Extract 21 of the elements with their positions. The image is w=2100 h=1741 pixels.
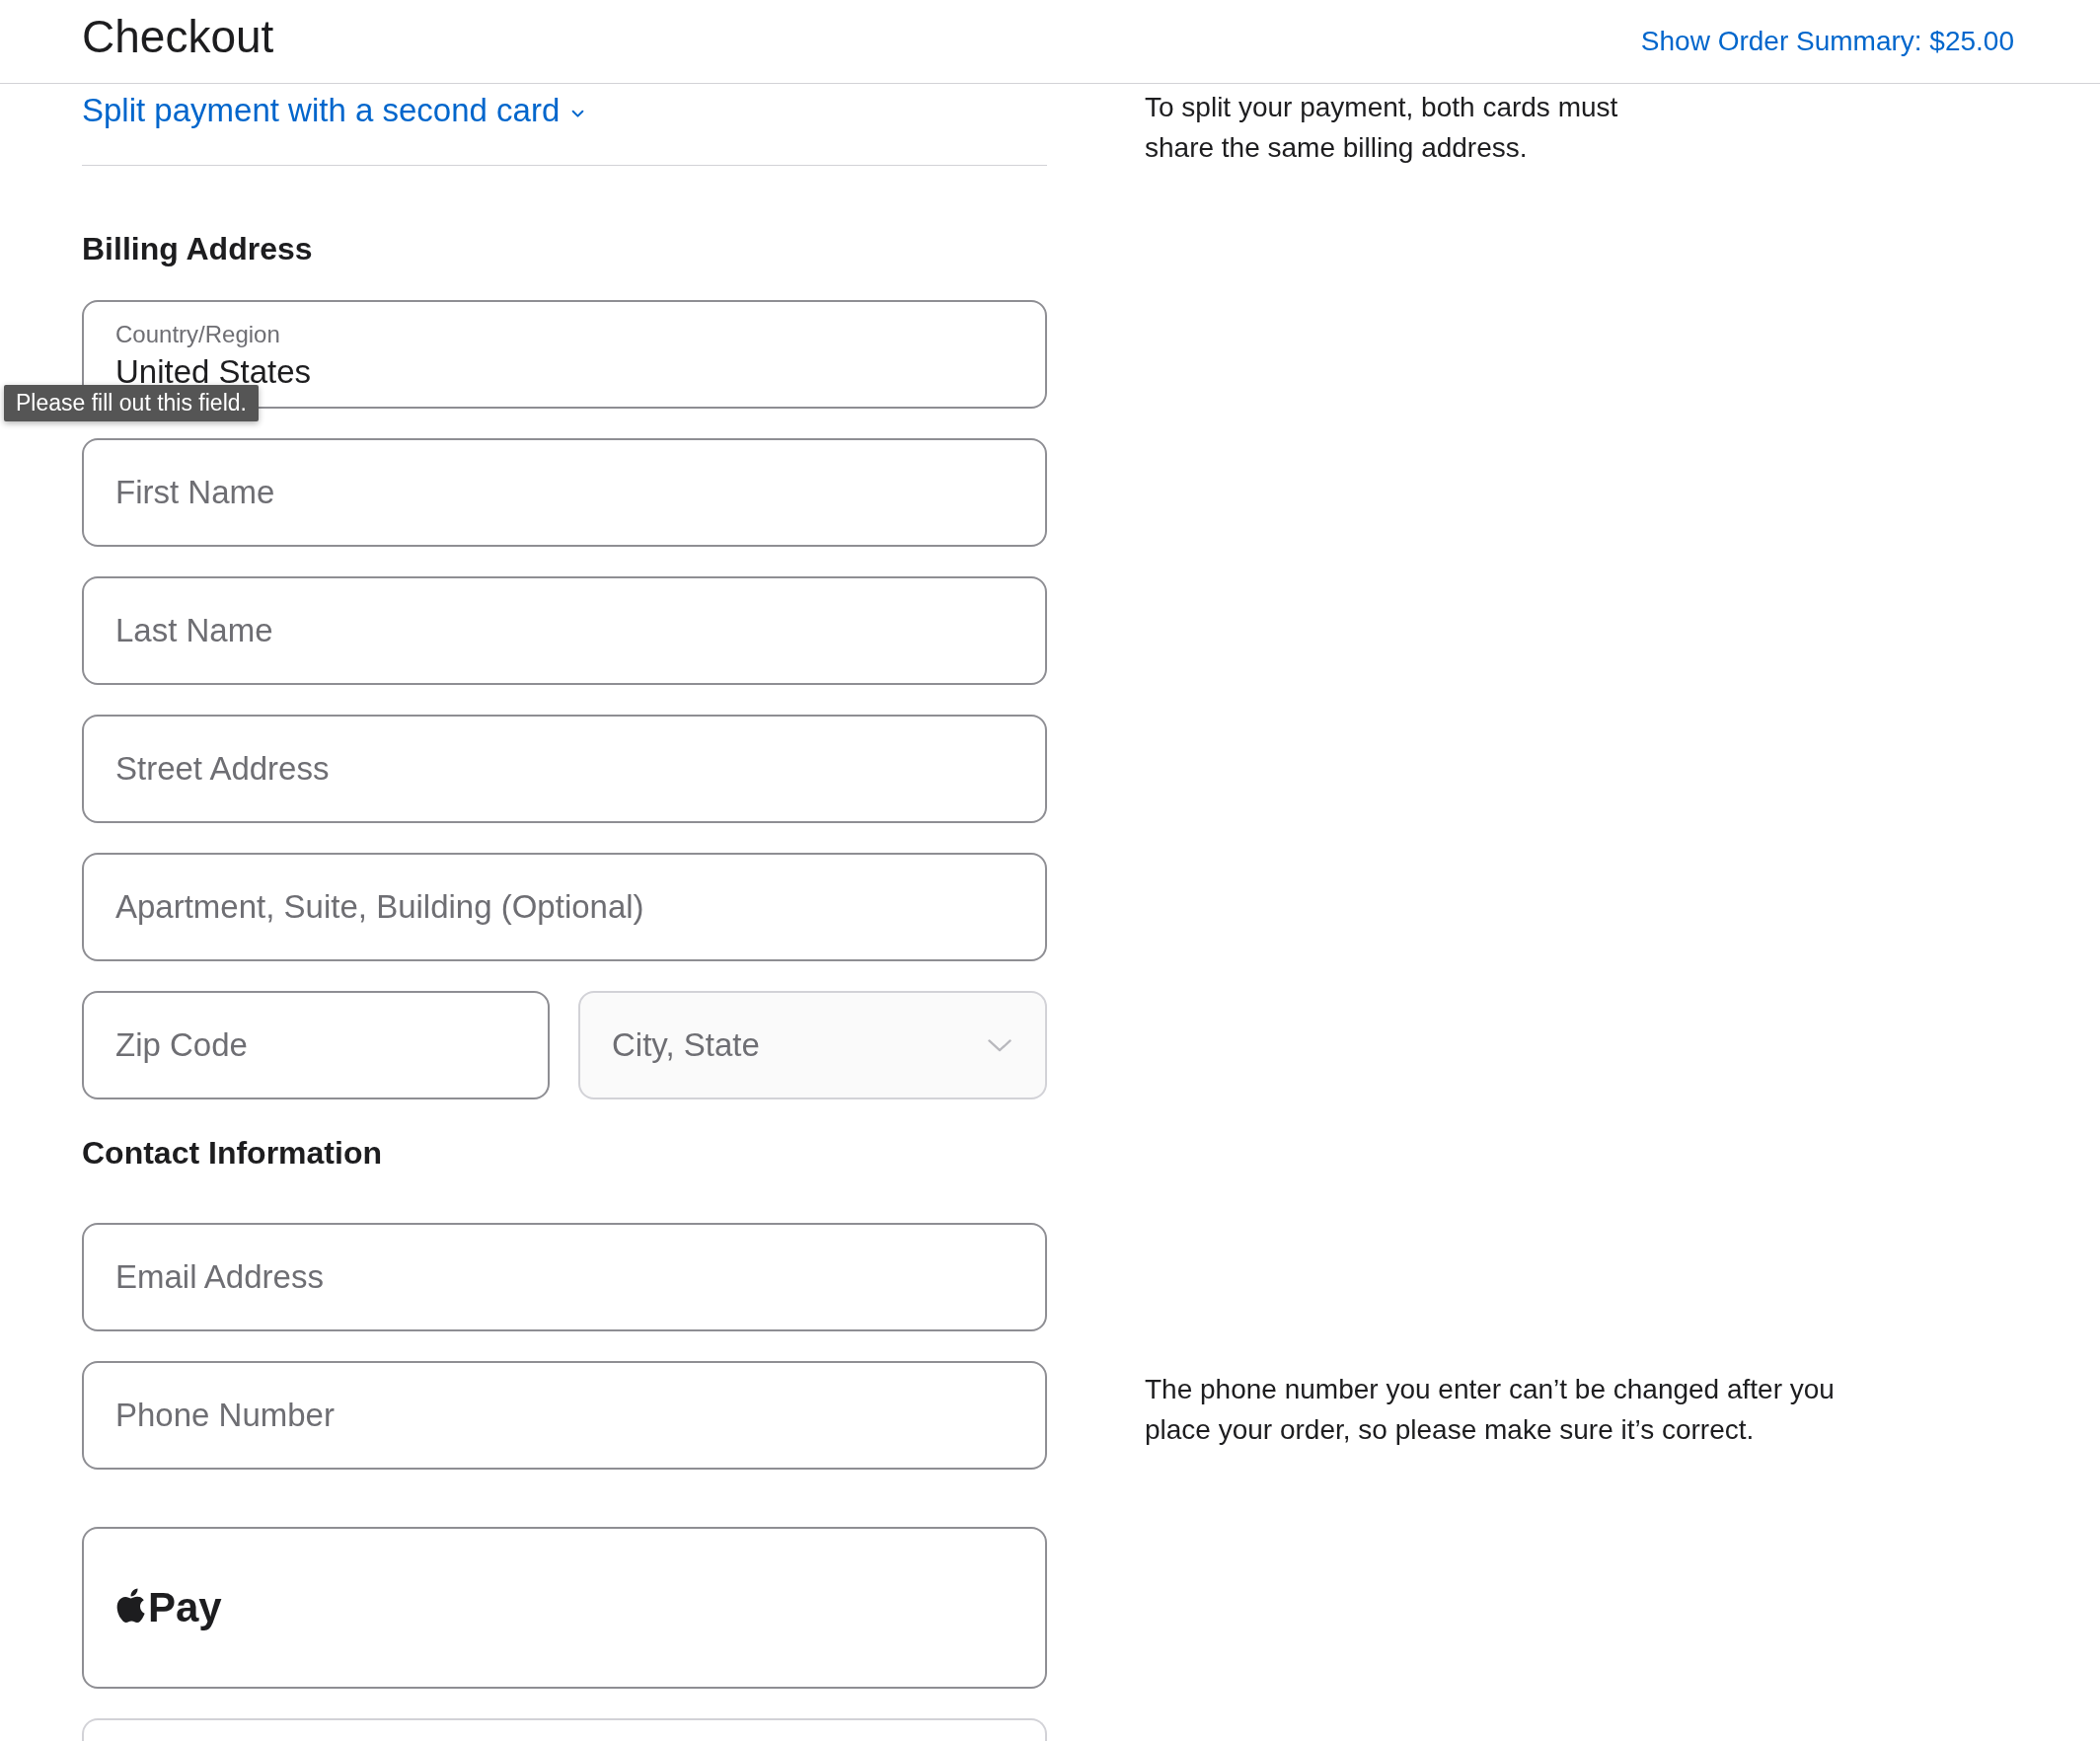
input-field[interactable]: Last Name (82, 576, 1047, 685)
input-field[interactable]: Street Address (82, 715, 1047, 823)
chevron-down-icon (571, 109, 585, 118)
page-title: Checkout (82, 10, 274, 64)
section-heading: Contact Information (82, 1134, 382, 1173)
phone-number-note: The phone number you enter can’t be changed after you place your order, so please make sure it’s correct. (1145, 1373, 1836, 1447)
apple-icon (115, 1588, 145, 1624)
input-field[interactable]: Apartment, Suite, Building (Optional) (82, 853, 1047, 961)
validation-tooltip: Please fill out this field. (4, 385, 259, 421)
apple-pay-option[interactable]: Pay (82, 1527, 1047, 1689)
input-field[interactable]: Zip Code (82, 991, 550, 1099)
chevron-down-icon (988, 1038, 1012, 1052)
input-field[interactable]: Phone Number (82, 1361, 1047, 1470)
input-field[interactable]: First Name (82, 438, 1047, 547)
split-payment-link[interactable]: Split payment with a second card (82, 91, 585, 130)
split-payment-note: To split your payment, both cards must share the same billing address. (1145, 91, 1619, 165)
select-placeholder: City, State (612, 1025, 760, 1065)
field-label: Country/Region (115, 321, 280, 348)
order-summary-link[interactable]: Show Order Summary: $25.00 (1640, 25, 2014, 58)
input-field[interactable]: Email Address (82, 1223, 1047, 1331)
section-heading: Billing Address (82, 230, 313, 268)
